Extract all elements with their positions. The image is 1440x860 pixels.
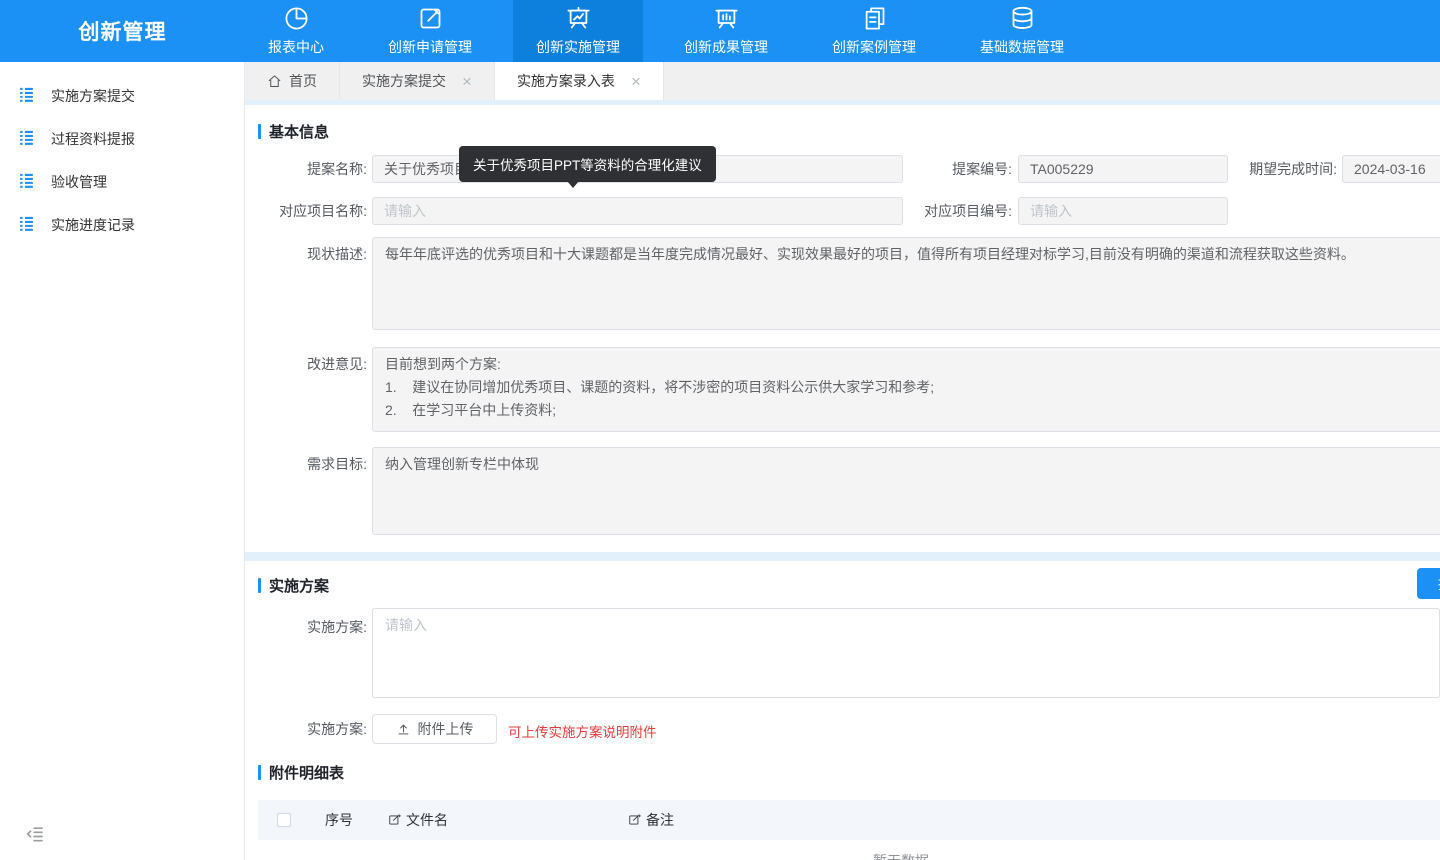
nav-item-label: 报表中心: [268, 37, 324, 57]
edit-icon: [388, 813, 402, 827]
home-icon: [267, 74, 282, 89]
sidebar-item-progress-record[interactable]: 实施进度记录: [0, 203, 244, 246]
plan-textarea[interactable]: [372, 608, 1440, 698]
proposal-name-tooltip: 关于优秀项目PPT等资料的合理化建议: [459, 146, 716, 182]
sidebar: 实施方案提交 过程资料提报 验收管理 实施进度记录: [0, 62, 245, 860]
sidebar-item-plan-submit[interactable]: 实施方案提交: [0, 74, 244, 117]
tab-bar: 首页 实施方案提交 × 实施方案录入表 ×: [245, 62, 1440, 100]
plan-label: 实施方案:: [255, 613, 367, 641]
improve-opinion-textarea[interactable]: 目前想到两个方案: 1. 建议在协同增加优秀项目、课题的资料，将不涉密的项目资料…: [372, 347, 1440, 432]
close-icon[interactable]: ×: [462, 73, 472, 90]
improve-opinion-label: 改进意见:: [255, 350, 367, 378]
section-header-basic-info: 基本信息: [258, 121, 329, 142]
sidebar-collapse-button[interactable]: [26, 824, 46, 844]
sidebar-item-label: 实施方案提交: [51, 86, 135, 106]
section-accent-bar: [258, 578, 261, 593]
section-accent-bar: [258, 765, 261, 780]
project-no-label: 对应项目编号:: [900, 197, 1012, 225]
nav-item-results-mgmt[interactable]: 创新成果管理: [661, 0, 791, 62]
status-desc-textarea[interactable]: 每年年底评选的优秀项目和十大课题都是当年度完成情况最好、实现效果最好的项目，值得…: [372, 237, 1440, 330]
status-desc-label: 现状描述:: [255, 240, 367, 268]
list-icon: [17, 128, 51, 150]
column-header-filename: 文件名: [388, 810, 448, 830]
proposal-no-input[interactable]: [1018, 155, 1228, 183]
documents-icon: [861, 5, 888, 35]
sidebar-item-acceptance-mgmt[interactable]: 验收管理: [0, 160, 244, 203]
app-logo: 创新管理: [0, 0, 245, 62]
project-no-input[interactable]: [1018, 197, 1228, 225]
presentation-chart-icon: [565, 5, 592, 35]
tab-plan-entry-form[interactable]: 实施方案录入表 ×: [495, 62, 664, 100]
column-header-seq: 序号: [325, 810, 353, 830]
tab-plan-submit[interactable]: 实施方案提交 ×: [340, 62, 495, 100]
sidebar-item-label: 过程资料提报: [51, 129, 135, 149]
plan-attachment-label: 实施方案:: [255, 715, 367, 743]
sidebar-item-label: 实施进度记录: [51, 215, 135, 235]
nav-item-label: 创新案例管理: [832, 37, 916, 57]
section-title: 基本信息: [269, 121, 329, 142]
nav-item-report-center[interactable]: 报表中心: [245, 0, 347, 62]
sidebar-item-process-material[interactable]: 过程资料提报: [0, 117, 244, 160]
nav-item-base-data-mgmt[interactable]: 基础数据管理: [957, 0, 1087, 62]
submit-button[interactable]: 提交: [1417, 568, 1440, 599]
section-divider: [245, 552, 1440, 561]
nav-item-label: 创新成果管理: [684, 37, 768, 57]
attachment-upload-button[interactable]: 附件上传: [372, 714, 497, 744]
list-icon: [17, 171, 51, 193]
section-title: 实施方案: [269, 575, 329, 596]
nav-item-case-mgmt[interactable]: 创新案例管理: [809, 0, 939, 62]
top-nav: 报表中心 创新申请管理 创新实施管理 创新成果管理 创新案例管理 基础数据管理: [245, 0, 1105, 62]
goal-textarea[interactable]: 纳入管理创新专栏中体现: [372, 447, 1440, 535]
upload-icon: [396, 722, 411, 737]
expect-date-label: 期望完成时间:: [1225, 155, 1337, 183]
attachments-table-header: 序号 文件名 备注: [258, 800, 1440, 840]
edit-square-icon: [417, 5, 444, 35]
edit-icon: [628, 813, 642, 827]
project-name-input[interactable]: [372, 197, 903, 225]
tab-home[interactable]: 首页: [245, 62, 340, 100]
nav-item-label: 创新实施管理: [536, 37, 620, 57]
list-icon: [17, 85, 51, 107]
upload-button-label: 附件上传: [418, 719, 474, 739]
top-bar: 创新管理 报表中心 创新申请管理 创新实施管理 创新成果管理 创新案例管理 基础…: [0, 0, 1440, 62]
select-all-checkbox[interactable]: [277, 813, 291, 827]
tab-label: 首页: [289, 71, 317, 91]
tab-label: 实施方案录入表: [517, 71, 615, 91]
section-header-plan: 实施方案: [258, 575, 329, 596]
nav-item-implementation-mgmt[interactable]: 创新实施管理: [513, 0, 643, 62]
project-name-label: 对应项目名称:: [255, 197, 367, 225]
presentation-board-icon: [713, 5, 740, 35]
section-title: 附件明细表: [269, 762, 344, 783]
nav-item-label: 创新申请管理: [388, 37, 472, 57]
goal-label: 需求目标:: [255, 450, 367, 478]
database-icon: [1009, 5, 1036, 35]
expect-date-input[interactable]: [1342, 155, 1440, 183]
tab-label: 实施方案提交: [362, 71, 446, 91]
upload-hint-text: 可上传实施方案说明附件: [508, 721, 657, 741]
nav-item-label: 基础数据管理: [980, 37, 1064, 57]
close-icon[interactable]: ×: [631, 73, 641, 90]
main-content: 基本信息 提案名称: 提案编号: 期望完成时间: 关于优秀项目PPT等资料的合理…: [245, 105, 1440, 860]
page: { "app": { "logo": "创新管理" }, "topnav": {…: [0, 0, 1440, 860]
column-header-remark: 备注: [628, 810, 674, 830]
section-header-attachments: 附件明细表: [258, 762, 344, 783]
pie-chart-icon: [283, 5, 310, 35]
proposal-no-label: 提案编号:: [900, 155, 1012, 183]
nav-item-application-mgmt[interactable]: 创新申请管理: [365, 0, 495, 62]
section-accent-bar: [258, 124, 261, 139]
table-empty-text: 暂无数据: [873, 851, 929, 860]
sidebar-item-label: 验收管理: [51, 172, 107, 192]
collapse-sidebar-icon: [26, 831, 46, 847]
list-icon: [17, 214, 51, 236]
proposal-name-label: 提案名称:: [255, 155, 367, 183]
